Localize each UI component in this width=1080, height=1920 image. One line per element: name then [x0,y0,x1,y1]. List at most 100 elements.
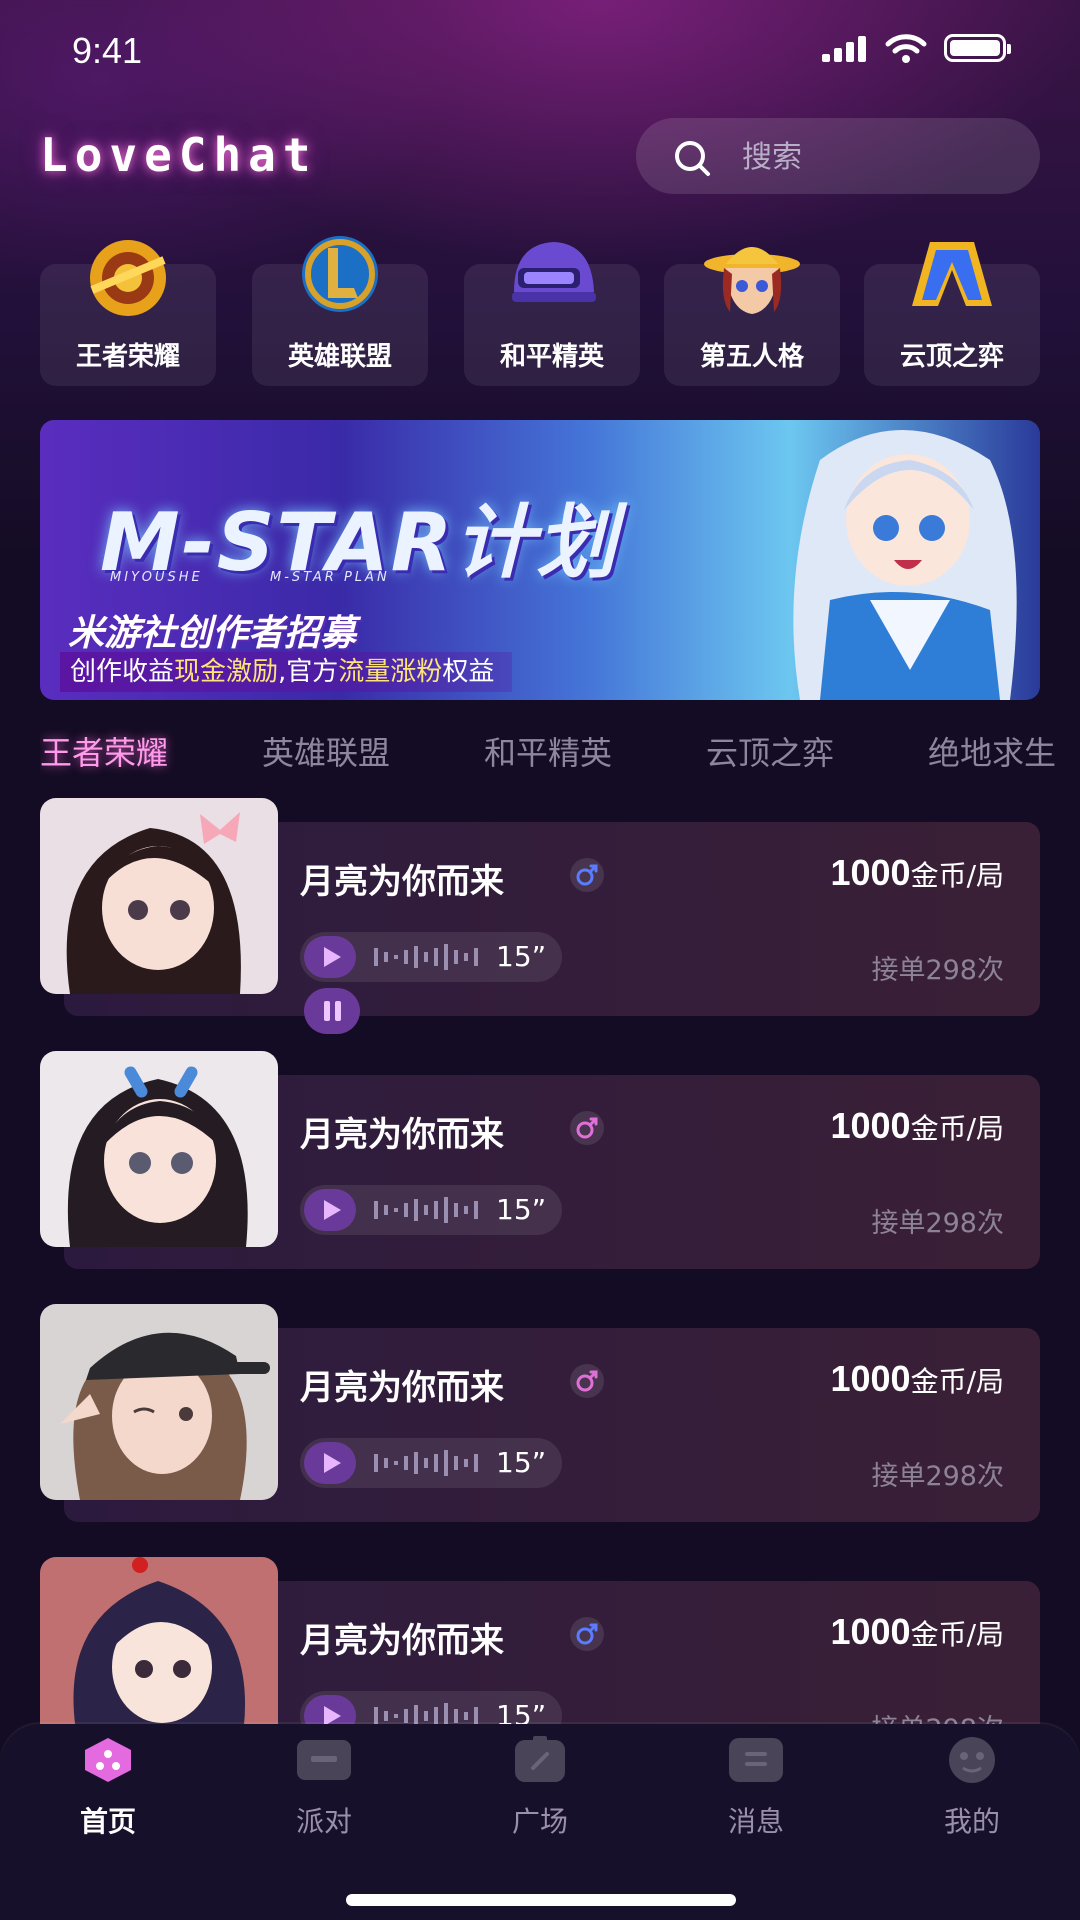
tagline-text: 权益 [442,657,495,687]
order-count: 接单298次 [871,955,1004,986]
male-icon [570,858,604,892]
category-label: 英雄联盟 [287,342,392,372]
app-logo: LoveChat [40,128,318,182]
male-icon [570,1617,604,1651]
party-icon [297,1740,351,1780]
companion-name: 月亮为你而来 [300,862,504,902]
banner-headline: 米游社创作者招募 [68,613,357,654]
banner-subtitle-left: MIYOUSHE [110,570,203,585]
category-peacekeeper-elite[interactable]: 和平精英 [464,230,640,386]
nav-messages[interactable]: 消息 [696,1736,816,1838]
companion-card[interactable]: 月亮为你而来 1000金币/局 15” 接单298次 [40,798,1040,1016]
nav-square[interactable]: 广场 [480,1736,600,1838]
category-teamfight-tactics[interactable]: 云顶之弈 [864,230,1040,386]
female-icon [570,1111,604,1145]
category-honor-of-kings[interactable]: 王者荣耀 [40,230,216,386]
tab-pubg[interactable]: 绝地求生 [928,728,1056,774]
category-league-of-legends[interactable]: 英雄联盟 [252,230,428,386]
voice-duration: 15” [496,1193,547,1226]
search-icon [675,141,710,176]
teamfight-tactics-icon [912,242,992,306]
category-label: 和平精英 [499,342,604,372]
home-indicator [346,1894,736,1906]
bottom-nav: 首页 派对 广场 消息 我的 [0,1724,1080,1920]
waveform-icon [374,1450,478,1476]
avatar [40,1051,278,1247]
female-icon [570,1364,604,1398]
honor-of-kings-icon [90,240,166,316]
play-icon[interactable] [304,1442,356,1484]
league-of-legends-icon [302,236,378,312]
wifi-icon [885,34,927,63]
tagline-highlight: 现金激励 [174,657,279,687]
waveform-icon [374,1197,478,1223]
nav-label: 首页 [79,1805,136,1838]
tagline-highlight: 流量涨粉 [338,657,443,687]
nav-label: 我的 [943,1805,1000,1838]
banner-character-illustration [793,430,1017,700]
nav-label: 派对 [295,1805,352,1838]
tab-peacekeeper-elite[interactable]: 和平精英 [484,728,612,774]
price: 1000金币/局 [830,1358,1004,1400]
tab-honor-of-kings[interactable]: 王者荣耀 [40,728,168,774]
companion-name: 月亮为你而来 [300,1115,504,1155]
profile-icon [949,1737,995,1783]
square-icon [515,1736,565,1782]
order-count: 接单298次 [871,1208,1004,1239]
companion-name: 月亮为你而来 [300,1368,504,1408]
category-label: 王者荣耀 [75,342,180,372]
price-unit: 金币/局 [910,1112,1004,1145]
price-amount: 1000 [830,1358,911,1399]
voice-intro[interactable]: 15” [300,1185,562,1235]
peacekeeper-elite-helmet-icon [512,242,596,302]
companion-name: 月亮为你而来 [300,1621,504,1661]
promo-banner[interactable]: M-STAR计划 MIYOUSHE M-STAR PLAN 米游社创作者招募 创… [40,420,1040,700]
banner-tagline: 创作收益现金激励,官方流量涨粉权益 [60,652,513,692]
status-time: 9:41 [72,30,143,71]
voice-duration: 15” [496,940,547,973]
price: 1000金币/局 [830,1105,1004,1147]
nav-label: 广场 [511,1805,568,1838]
message-icon [729,1738,783,1782]
game-tabs: 王者荣耀 英雄联盟 和平精英 云顶之弈 绝地求生 [40,728,1080,778]
banner-subtitle-right: M-STAR PLAN [270,570,390,585]
tagline-text: ,官方 [278,657,339,687]
nav-party[interactable]: 派对 [264,1736,384,1838]
pause-icon[interactable] [304,988,360,1034]
price: 1000金币/局 [830,852,1004,894]
play-icon[interactable] [304,936,356,978]
companion-card[interactable]: 月亮为你而来 1000金币/局 15” 接单298次 [40,1304,1040,1522]
tab-league-of-legends[interactable]: 英雄联盟 [262,728,390,774]
price-unit: 金币/局 [910,1365,1004,1398]
voice-intro[interactable]: 15” [300,932,562,982]
price-amount: 1000 [830,852,911,893]
category-label: 第五人格 [699,342,804,372]
signal-icon [822,36,866,62]
companion-card[interactable]: 月亮为你而来 1000金币/局 15” 接单298次 [40,1051,1040,1269]
price-amount: 1000 [830,1611,911,1652]
avatar [40,1304,278,1500]
nav-home[interactable]: 首页 [48,1736,168,1838]
tab-teamfight-tactics[interactable]: 云顶之弈 [706,728,834,774]
price-unit: 金币/局 [910,859,1004,892]
category-identity-v[interactable]: 第五人格 [664,230,840,386]
order-count: 接单298次 [871,1461,1004,1492]
avatar [40,798,278,994]
price: 1000金币/局 [830,1611,1004,1653]
play-icon[interactable] [304,1189,356,1231]
voice-intro[interactable]: 15” [300,1438,562,1488]
price-amount: 1000 [830,1105,911,1146]
nav-label: 消息 [727,1805,784,1838]
search-bar[interactable] [636,118,1040,194]
home-icon [85,1738,131,1782]
search-input[interactable] [740,134,1004,180]
nav-profile[interactable]: 我的 [912,1736,1032,1838]
status-bar: 9:41 [0,0,1080,100]
waveform-icon [374,944,478,970]
category-label: 云顶之弈 [899,342,1004,372]
battery-icon [944,34,1011,62]
tagline-text: 创作收益 [70,657,175,687]
voice-duration: 15” [496,1446,547,1479]
identity-v-icon [704,247,800,314]
price-unit: 金币/局 [910,1618,1004,1651]
